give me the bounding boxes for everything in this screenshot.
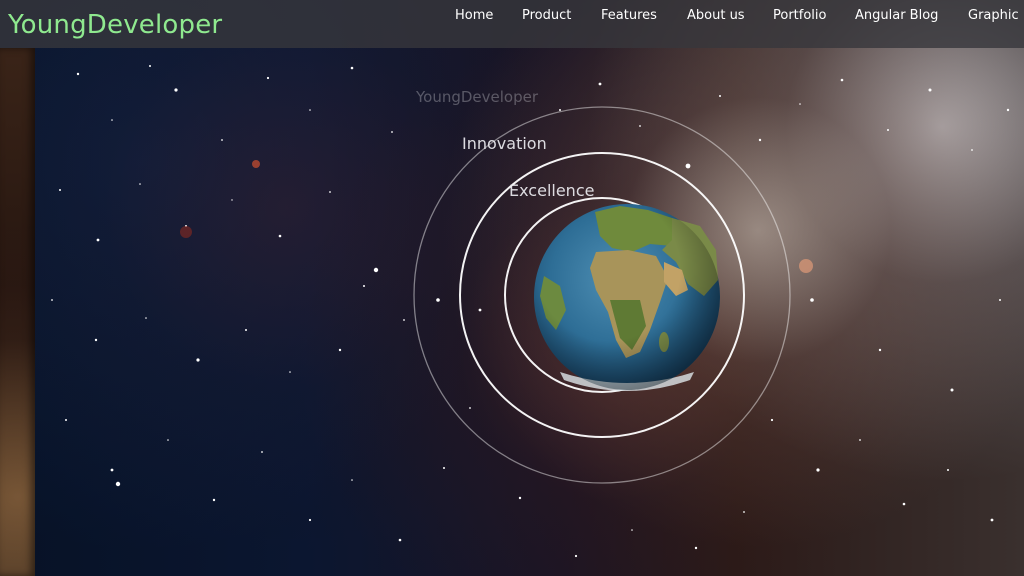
nav-item-about-us[interactable]: About us	[687, 8, 745, 23]
nav-item-product[interactable]: Product	[522, 8, 571, 23]
main-nav: Home Product Features About us Portfolio…	[0, 0, 1024, 34]
earth-globe-icon	[534, 204, 720, 391]
orbit-rings	[413, 106, 791, 484]
nav-item-features[interactable]: Features	[601, 8, 657, 23]
orbit-label-inner: Excellence	[509, 181, 595, 200]
nav-item-angular-blog[interactable]: Angular Blog	[855, 8, 938, 23]
nav-item-portfolio[interactable]: Portfolio	[773, 8, 826, 23]
orbit-label-middle: Innovation	[462, 134, 547, 153]
top-navbar: YoungDeveloper Home Product Features Abo…	[0, 0, 1024, 48]
page: YoungDeveloper Innovation Excellence You…	[0, 0, 1024, 576]
nav-item-graphic[interactable]: Graphic	[968, 8, 1019, 23]
nav-item-home[interactable]: Home	[455, 8, 493, 23]
orbit-label-outer: YoungDeveloper	[416, 88, 539, 106]
